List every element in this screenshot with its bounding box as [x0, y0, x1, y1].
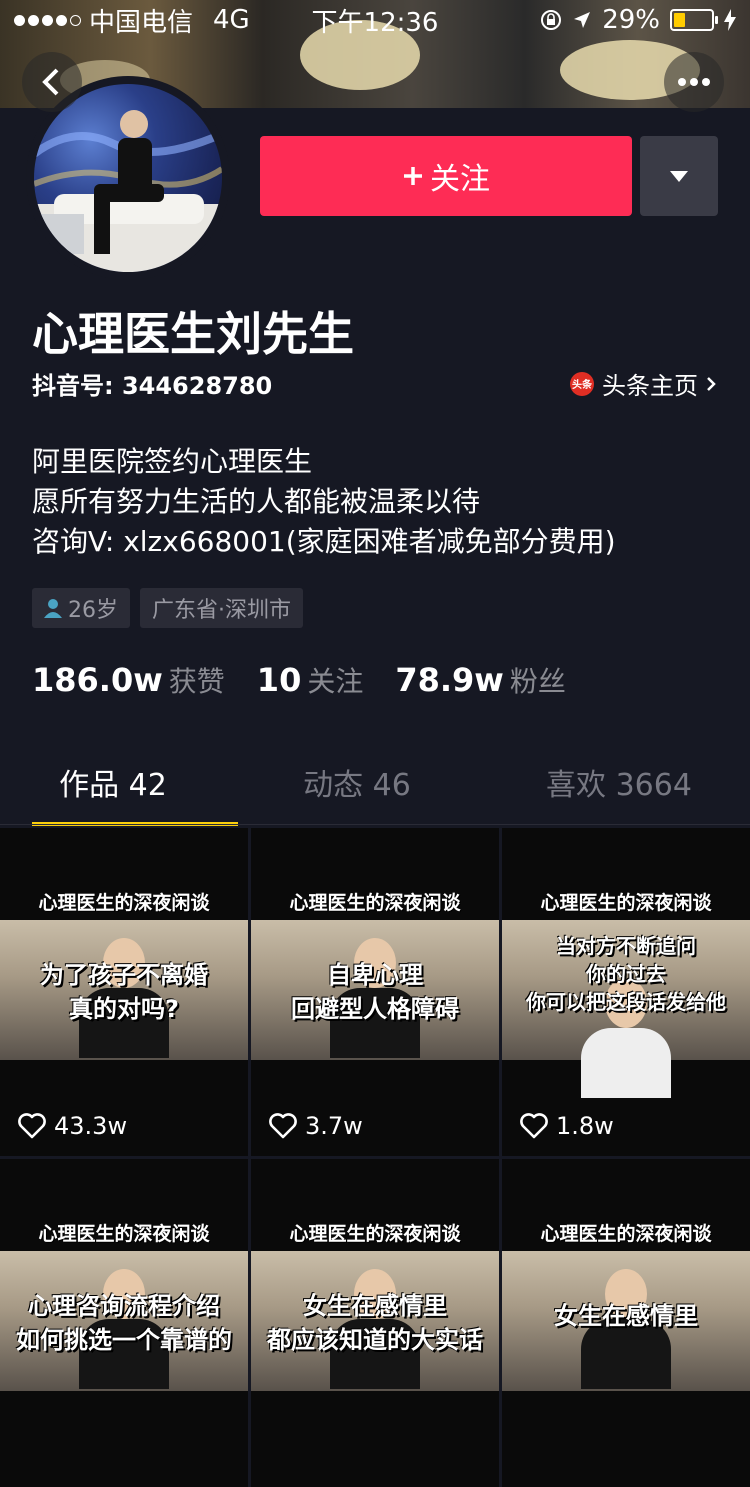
person-icon [44, 599, 62, 618]
charging-bolt-icon [724, 9, 736, 31]
video-caption: 自卑心理 回避型人格障碍 [291, 961, 459, 1023]
heart-icon [269, 1113, 297, 1139]
more-dots-icon [678, 78, 710, 86]
video-thumbnail[interactable]: 心理医生的深夜闲谈 女生在感情里 都应该知道的大实话 [251, 1159, 499, 1487]
video-series-title: 心理医生的深夜闲谈 [38, 1223, 210, 1245]
video-caption: 心理咨询流程介绍 如何挑选一个靠谱的 [16, 1292, 232, 1354]
profile-stats: 186.0w 获赞 10 关注 78.9w 粉丝 [32, 660, 598, 700]
video-grid: 心理医生的深夜闲谈 为了孩子不离婚 真的对吗? 43.3w 心理医生的深夜闲谈 自… [0, 828, 750, 1487]
video-likes: 1.8w [520, 1112, 614, 1140]
profile-tags: 26岁 广东省·深圳市 [32, 588, 303, 628]
heart-icon [18, 1113, 46, 1139]
toutiao-link-label: 头条主页 [602, 372, 698, 400]
video-series-title: 心理医生的深夜闲谈 [289, 1223, 461, 1245]
location-tag: 广东省·深圳市 [140, 588, 303, 628]
video-likes-count: 1.8w [556, 1112, 614, 1140]
likes-count: 186.0w [32, 661, 163, 699]
more-button[interactable] [664, 52, 724, 112]
video-series-title: 心理医生的深夜闲谈 [38, 892, 210, 914]
video-likes: 3.7w [269, 1112, 363, 1140]
rotation-lock-icon [541, 10, 562, 30]
video-likes-count: 3.7w [305, 1112, 363, 1140]
status-bar: 中国电信 4G 下午12:36 29% [0, 0, 750, 40]
followers-count[interactable]: 78.9w [395, 661, 504, 699]
following-count[interactable]: 10 [257, 661, 302, 699]
location-arrow-icon [574, 12, 591, 28]
location-value: 广东省·深圳市 [152, 598, 291, 623]
video-thumbnail[interactable]: 心理医生的深夜闲谈 女生在感情里 [502, 1159, 750, 1487]
video-likes: 43.3w [18, 1112, 127, 1140]
video-caption: 女生在感情里 都应该知道的大实话 [267, 1292, 483, 1354]
profile-name: 心理医生刘先生 [32, 307, 354, 361]
video-series-title: 心理医生的深夜闲谈 [540, 1223, 712, 1245]
toutiao-homepage-link[interactable]: 头条 头条主页 [570, 366, 716, 401]
video-caption: 当对方不断追问 你的过去 你可以把这段话发给他 [526, 934, 726, 1014]
followers-label[interactable]: 粉丝 [510, 660, 566, 700]
follow-label: 关注 [430, 162, 490, 197]
tab-moments[interactable]: 动态 46 [226, 756, 488, 826]
video-likes-count: 43.3w [54, 1112, 128, 1140]
video-series-title: 心理医生的深夜闲谈 [540, 892, 712, 914]
following-label[interactable]: 关注 [307, 660, 363, 700]
chevron-left-icon [42, 68, 59, 96]
avatar-photo [34, 110, 222, 272]
video-thumbnail[interactable]: 心理医生的深夜闲谈 当对方不断追问 你的过去 你可以把这段话发给他 1.8w [502, 828, 750, 1156]
video-series-title: 心理医生的深夜闲谈 [289, 892, 461, 914]
tabs-divider [0, 824, 750, 825]
caret-down-icon [670, 170, 688, 182]
battery-icon [670, 9, 718, 31]
recommend-dropdown-button[interactable] [640, 136, 718, 216]
profile-tabs: 作品 42 动态 46 喜欢 3664 [0, 756, 750, 826]
bio-line: 愿所有努力生活的人都能被温柔以待 [32, 485, 481, 518]
video-thumbnail[interactable]: 心理医生的深夜闲谈 自卑心理 回避型人格障碍 3.7w [251, 828, 499, 1156]
age-value: 26岁 [68, 598, 118, 623]
douyin-id: 抖音号: 344628780 [32, 372, 273, 400]
chevron-right-icon [707, 376, 716, 391]
profile-bio: 阿里医院签约心理医生 愿所有努力生活的人都能被温柔以待 咨询V: xlzx668… [32, 442, 616, 562]
bio-line: 阿里医院签约心理医生 [32, 445, 313, 478]
bio-line: 咨询V: xlzx668001(家庭困难者减免部分费用) [32, 525, 616, 558]
battery-percent: 29% [602, 5, 660, 35]
video-thumbnail[interactable]: 心理医生的深夜闲谈 心理咨询流程介绍 如何挑选一个靠谱的 [0, 1159, 248, 1487]
follow-button[interactable]: 关注 [260, 136, 632, 216]
tab-works[interactable]: 作品 42 [0, 756, 238, 826]
video-caption: 女生在感情里 [554, 1302, 698, 1330]
video-thumbnail[interactable]: 心理医生的深夜闲谈 为了孩子不离婚 真的对吗? 43.3w [0, 828, 248, 1156]
likes-label: 获赞 [168, 665, 225, 698]
toutiao-logo-icon: 头条 [570, 371, 594, 396]
back-button[interactable] [22, 52, 82, 112]
heart-icon [520, 1113, 548, 1139]
plus-icon [404, 167, 422, 185]
video-caption: 为了孩子不离婚 真的对吗? [40, 961, 208, 1023]
age-tag: 26岁 [32, 588, 130, 628]
tab-likes[interactable]: 喜欢 3664 [488, 756, 750, 826]
